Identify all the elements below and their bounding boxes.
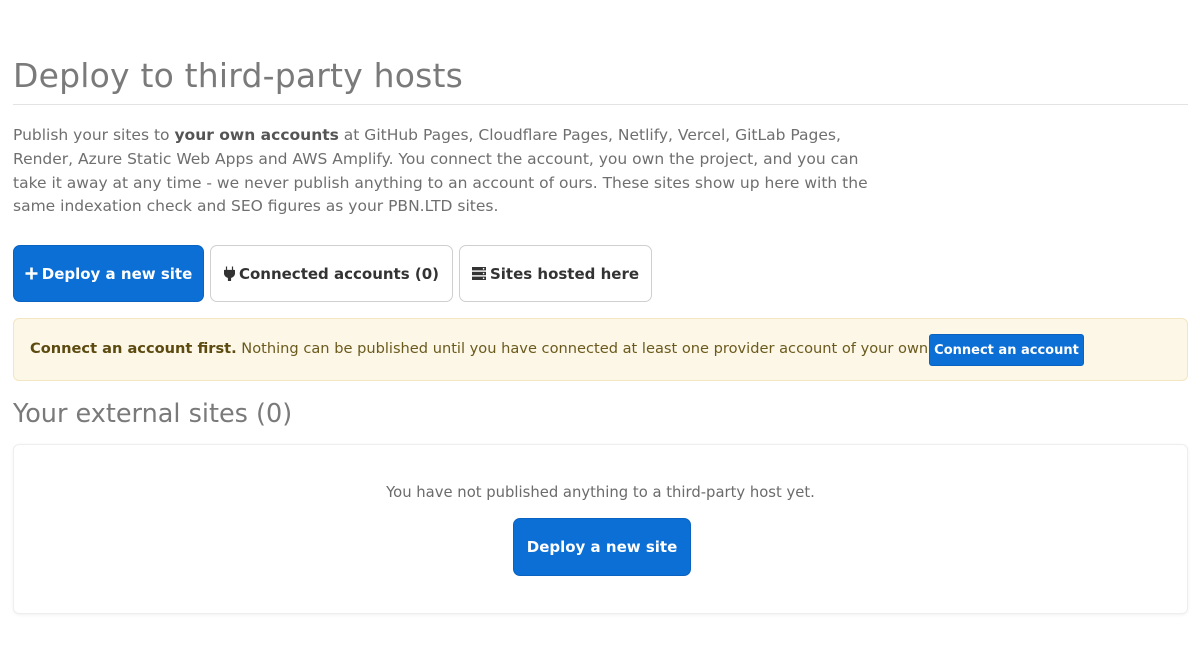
plus-icon — [25, 267, 38, 280]
deploy-new-site-label: Deploy a new site — [41, 264, 193, 283]
external-sites-card: You have not published anything to a thi… — [13, 444, 1188, 614]
sites-hosted-here-label: Sites hosted here — [489, 264, 640, 283]
connected-accounts-button[interactable]: Connected accounts (0) — [210, 245, 453, 302]
plug-icon — [223, 266, 235, 281]
alert-strong: Connect an account first. — [30, 340, 237, 357]
intro-prefix: Publish your sites to — [13, 126, 175, 144]
intro-emphasis: your own accounts — [174, 126, 339, 144]
external-sites-title: Your external sites (0) — [13, 399, 293, 429]
empty-state-message: You have not published anything to a thi… — [386, 484, 815, 501]
page-title: Deploy to third-party hosts — [13, 56, 464, 95]
server-icon — [471, 267, 486, 280]
alert-message: Connect an account first. Nothing can be… — [30, 340, 933, 357]
alert-body: Nothing can be published until you have … — [236, 340, 933, 357]
sites-hosted-here-button[interactable]: Sites hosted here — [459, 245, 652, 302]
intro-paragraph: Publish your sites to your own accounts … — [13, 124, 883, 219]
connect-account-button[interactable]: Connect an account — [929, 334, 1084, 366]
connect-account-alert: Connect an account first. Nothing can be… — [13, 318, 1188, 381]
deploy-new-site-button[interactable]: Deploy a new site — [13, 245, 204, 302]
title-divider — [13, 104, 1188, 105]
empty-deploy-new-site-button[interactable]: Deploy a new site — [513, 518, 691, 576]
page: Deploy to third-party hosts Publish your… — [0, 0, 1200, 662]
connected-accounts-label: Connected accounts (0) — [238, 264, 440, 283]
